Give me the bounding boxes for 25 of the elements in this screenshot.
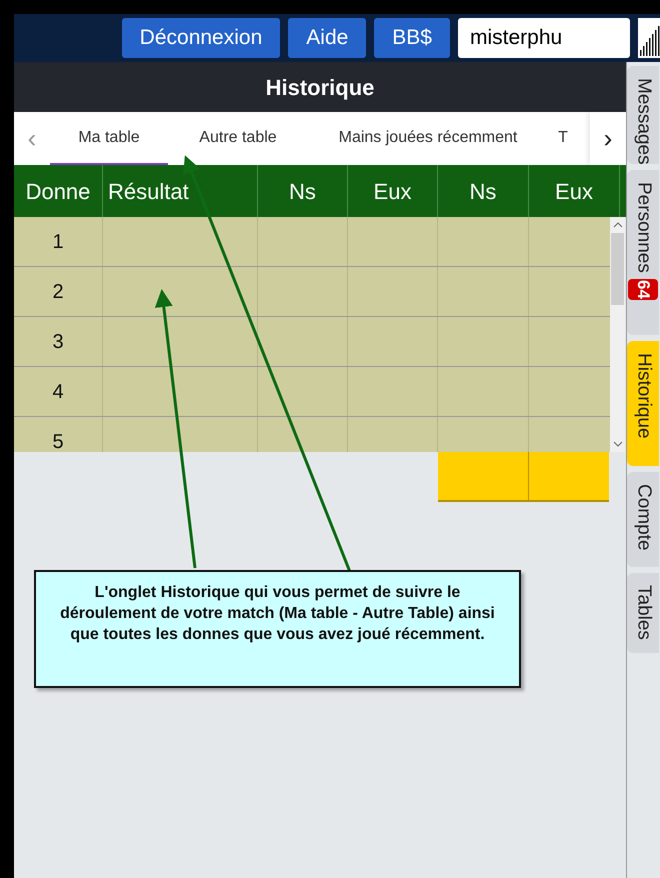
tab[interactable]: T xyxy=(548,112,578,165)
scroll-down-icon[interactable] xyxy=(612,440,622,448)
row-number: 4 xyxy=(14,367,103,416)
side-tab[interactable]: Historique xyxy=(627,341,659,466)
row-number: 2 xyxy=(14,267,103,316)
side-tab[interactable]: Tables xyxy=(627,573,659,653)
count-badge: 64 xyxy=(628,278,658,300)
row-number: 3 xyxy=(14,317,103,366)
tab[interactable]: Mains jouées récemment xyxy=(308,112,548,165)
scrollbar-thumb[interactable] xyxy=(611,233,624,305)
scroll-up-icon[interactable] xyxy=(612,221,622,229)
username-field[interactable]: misterphu xyxy=(458,18,630,58)
side-tab[interactable]: Compte xyxy=(627,472,659,567)
header-button[interactable]: BB$ xyxy=(374,18,450,58)
signal-icon xyxy=(638,18,660,58)
row-number: 5 xyxy=(14,417,103,452)
header-button[interactable]: Aide xyxy=(288,18,366,58)
callout-text: L'onglet Historique qui vous permet de suivre le déroulement de votre match (Ma table - Autre Table) ainsi que toutes les donnes que vous avez joué récemment. xyxy=(34,570,521,688)
row-number: 1 xyxy=(14,217,103,266)
side-tab[interactable]: Personnes 64 xyxy=(627,170,659,335)
panel-title: Historique xyxy=(14,62,626,112)
header-button[interactable]: Déconnexion xyxy=(122,18,280,58)
tab[interactable]: Autre table xyxy=(168,112,308,165)
side-tab[interactable]: Messages xyxy=(627,66,659,164)
next-button[interactable]: › xyxy=(590,112,626,165)
